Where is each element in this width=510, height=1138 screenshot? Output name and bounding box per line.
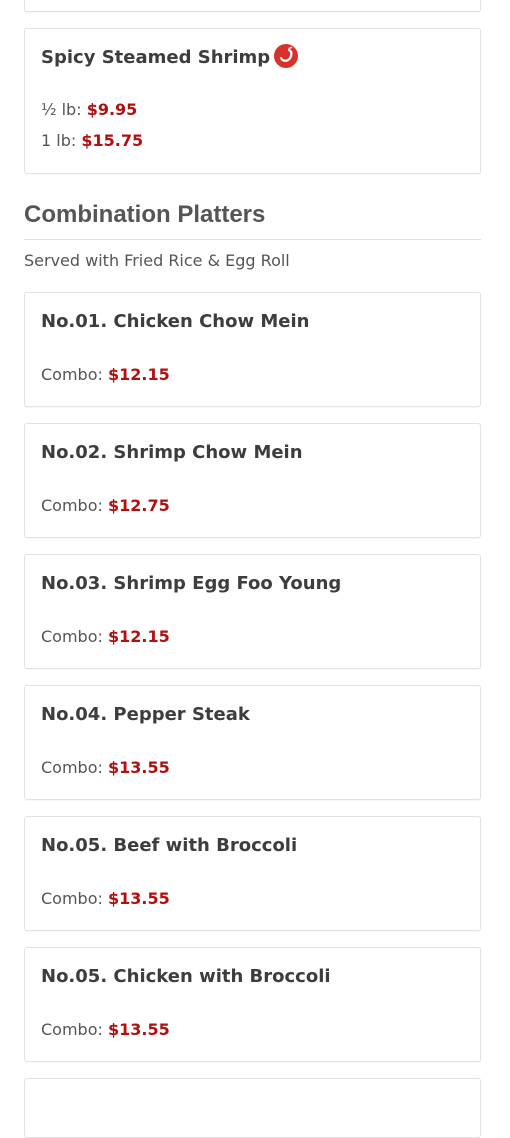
menu-item-card[interactable]: Spicy Steamed Shrimp ½ lb: $9.95 1 lb: $…	[24, 28, 481, 174]
combo-price-line: Combo: $12.15	[41, 627, 170, 647]
combo-price-line: Combo: $12.75	[41, 496, 170, 516]
hot-pepper-icon	[274, 44, 299, 68]
section-subtitle: Served with Fried Rice & Egg Roll	[24, 251, 290, 270]
menu-item-card-partial-bottom[interactable]	[24, 1078, 481, 1138]
section-divider	[24, 239, 481, 240]
combo-card[interactable]: No.04. Pepper Steak Combo: $13.55	[24, 685, 481, 800]
combo-label: Combo:	[41, 627, 103, 646]
combo-label: Combo:	[41, 365, 103, 384]
menu-item-title: Spicy Steamed Shrimp	[41, 44, 299, 71]
combo-label: Combo:	[41, 496, 103, 515]
combo-price: $13.55	[107, 1020, 170, 1039]
combo-price-line: Combo: $13.55	[41, 1020, 170, 1040]
menu-item-name: Spicy Steamed Shrimp	[41, 47, 271, 68]
combo-card[interactable]: No.03. Shrimp Egg Foo Young Combo: $12.1…	[24, 554, 481, 669]
combo-label: Combo:	[41, 1020, 103, 1039]
combo-title: No.05. Chicken with Broccoli	[41, 966, 331, 987]
price-value: $9.95	[86, 100, 138, 119]
combo-price: $12.15	[107, 365, 170, 384]
price-label: ½ lb:	[41, 100, 82, 119]
combo-price-line: Combo: $13.55	[41, 758, 170, 778]
combo-price-line: Combo: $12.15	[41, 365, 170, 385]
combo-card[interactable]: No.01. Chicken Chow Mein Combo: $12.15	[24, 292, 481, 407]
combo-label: Combo:	[41, 889, 103, 908]
price-line: 1 lb: $15.75	[41, 131, 143, 151]
combo-price: $12.75	[107, 496, 170, 515]
price-value: $15.75	[81, 131, 144, 150]
section-title: Combination Platters	[24, 201, 266, 228]
combo-price: $13.55	[107, 889, 170, 908]
combo-card[interactable]: No.05. Beef with Broccoli Combo: $13.55	[24, 816, 481, 931]
combo-card[interactable]: No.02. Shrimp Chow Mein Combo: $12.75	[24, 423, 481, 538]
price-label: 1 lb:	[41, 131, 77, 150]
combo-title: No.04. Pepper Steak	[41, 704, 250, 725]
menu-item-card-partial-top[interactable]	[24, 0, 481, 12]
combo-title: No.02. Shrimp Chow Mein	[41, 442, 303, 463]
combo-label: Combo:	[41, 758, 103, 777]
combo-card[interactable]: No.05. Chicken with Broccoli Combo: $13.…	[24, 947, 481, 1062]
combo-price-line: Combo: $13.55	[41, 889, 170, 909]
combo-title: No.05. Beef with Broccoli	[41, 835, 298, 856]
price-line: ½ lb: $9.95	[41, 100, 137, 120]
combo-title: No.01. Chicken Chow Mein	[41, 311, 310, 332]
combo-title: No.03. Shrimp Egg Foo Young	[41, 573, 342, 594]
combo-price: $12.15	[107, 627, 170, 646]
combo-price: $13.55	[107, 758, 170, 777]
